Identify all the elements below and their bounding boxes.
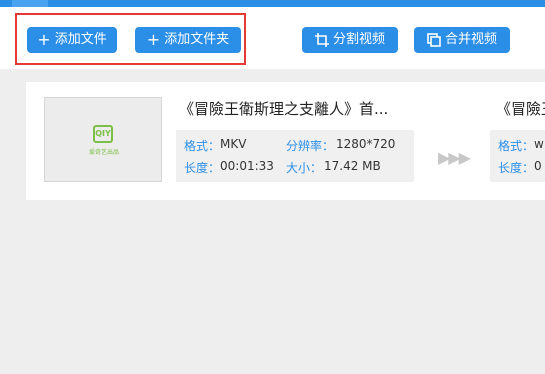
convert-arrow-icon: ▶▶▶ [438,148,471,167]
merge-video-label: 合并视频 [444,32,497,47]
video-thumbnail[interactable]: QIY 爱奇艺出品 [44,97,162,182]
resolution-label: 分辨率： [286,139,335,153]
output-format-label: 格式： [498,139,535,153]
resolution-value: 1280*720 [336,137,396,151]
crop-icon [314,33,329,47]
split-video-label: 分割视频 [332,32,385,47]
output-title: 《冒險王 [496,100,545,118]
format-label: 格式： [184,139,221,153]
highlight-box [15,13,246,65]
output-format-value: w [534,137,544,151]
size-label: 大小： [286,161,323,175]
video-title: 《冒險王衛斯理之支離人》首... [179,100,389,118]
title-bar-tab [12,0,48,7]
title-bar [0,0,545,7]
thumbnail-caption: 爱奇艺出品 [88,149,119,156]
merge-video-button[interactable]: 合并视频 [414,27,510,53]
split-video-button[interactable]: 分割视频 [302,27,398,53]
output-duration-value: 0 [534,159,542,173]
size-value: 17.42 MB [324,159,381,173]
output-duration-label: 长度： [498,161,535,175]
duration-label: 长度： [184,161,221,175]
iqiyi-logo-icon: QIY [93,125,113,143]
copy-icon [427,33,441,47]
source-info: 格式： MKV 分辨率： 1280*720 长度： 00:01:33 大小： 1… [176,130,414,182]
file-list-panel: QIY 爱奇艺出品 《冒險王衛斯理之支離人》首... 格式： MKV 分辨率： … [26,82,545,200]
output-info: 格式： w 长度： 0 [490,130,545,182]
duration-value: 00:01:33 [220,159,274,173]
format-value: MKV [220,137,247,151]
